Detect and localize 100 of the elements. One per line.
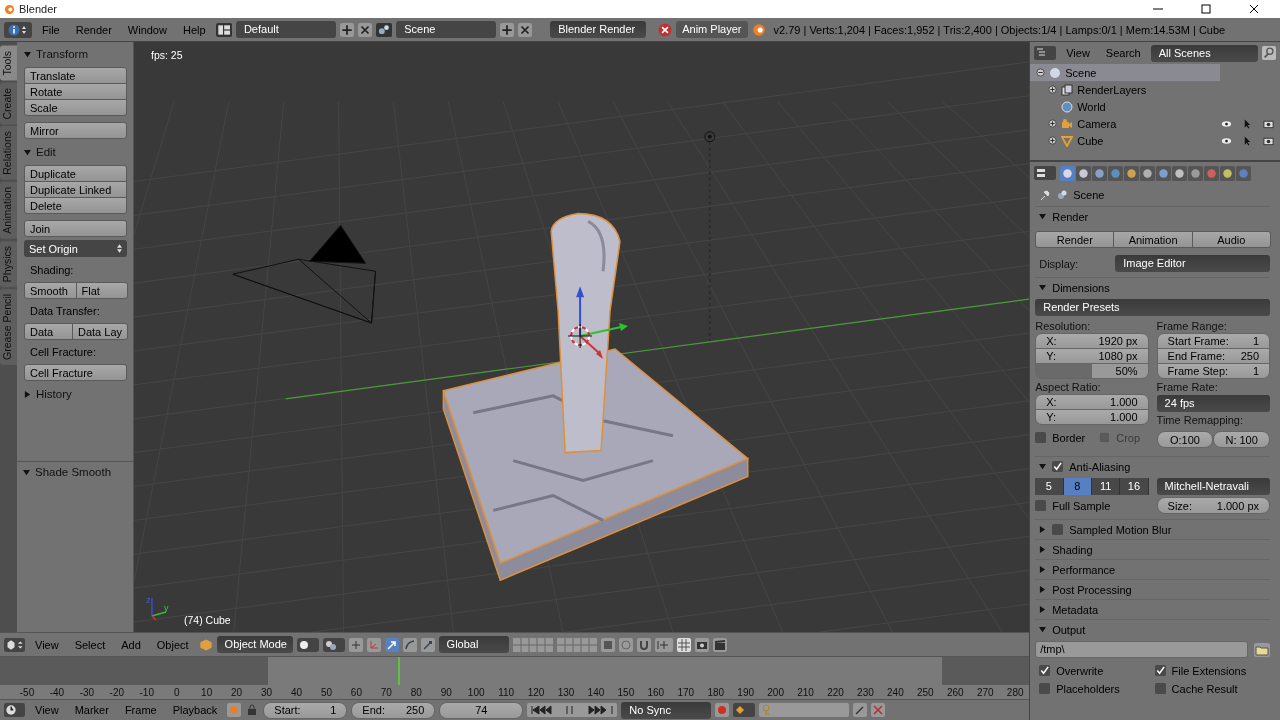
checkbox[interactable] xyxy=(1154,665,1166,676)
clock-icon[interactable] xyxy=(4,703,25,717)
disclosure-triangle-icon[interactable] xyxy=(24,50,31,58)
panel-title[interactable]: Dimensions xyxy=(1052,281,1110,294)
tool-tab[interactable]: Tools xyxy=(0,46,17,81)
key-icon[interactable] xyxy=(853,703,868,717)
maximize-icon[interactable] xyxy=(1201,4,1211,14)
panel-title[interactable]: Render xyxy=(1052,210,1089,223)
panel-title[interactable]: Anti-Aliasing xyxy=(1069,460,1131,473)
info-icon[interactable] xyxy=(4,21,32,38)
number-field[interactable]: Y: 1.000 xyxy=(1035,409,1149,425)
number-field[interactable]: X: 1920 px xyxy=(1035,333,1149,349)
number-field[interactable]: Size: 1.000 px xyxy=(1156,497,1270,514)
panel-title[interactable]: Post Processing xyxy=(1052,583,1132,596)
disclosure-triangle-icon[interactable] xyxy=(24,390,31,398)
render-button[interactable]: Audio xyxy=(1191,231,1271,248)
orientation-dropdown[interactable]: Global xyxy=(438,636,509,653)
menu-item[interactable]: Window xyxy=(121,23,173,36)
pivot-icon[interactable] xyxy=(322,637,345,652)
disclosure-triangle-icon[interactable] xyxy=(1039,463,1047,470)
pointer-icon[interactable] xyxy=(1242,118,1253,129)
tool-button[interactable]: Join xyxy=(24,220,127,237)
keyframe-icon[interactable] xyxy=(733,703,756,717)
scene-field[interactable]: Scene xyxy=(396,21,497,38)
outliner-item[interactable]: Scene xyxy=(1065,66,1097,79)
checkbox-label[interactable]: Border xyxy=(1052,431,1086,444)
menu-item[interactable]: View xyxy=(1060,47,1096,59)
sample-count-option[interactable]: 11 xyxy=(1091,478,1121,495)
menu-item[interactable]: Add xyxy=(115,638,147,651)
checkbox-label[interactable]: Overwrite xyxy=(1056,664,1104,677)
display-dropdown[interactable]: Image Editor xyxy=(1115,255,1270,272)
outliner-item[interactable]: World xyxy=(1077,100,1106,113)
pointer-icon[interactable] xyxy=(1242,135,1253,146)
search-icon[interactable] xyxy=(1262,46,1276,60)
folder-icon[interactable] xyxy=(1254,642,1270,657)
disclosure-triangle-icon[interactable] xyxy=(1039,284,1047,291)
number-field[interactable]: X: 1.000 xyxy=(1035,394,1149,410)
panel-title[interactable]: Shade Smooth xyxy=(35,466,112,478)
eye-icon[interactable] xyxy=(1221,118,1232,129)
panel-title[interactable]: Shading xyxy=(1052,543,1093,556)
panel-title[interactable]: Edit xyxy=(36,146,56,158)
checkbox[interactable] xyxy=(1039,683,1051,694)
outliner-item[interactable]: Camera xyxy=(1077,117,1117,130)
sample-count-option[interactable]: 16 xyxy=(1120,478,1149,495)
disclosure-triangle-icon[interactable] xyxy=(1039,526,1047,533)
close-icon[interactable] xyxy=(518,22,533,37)
render-layer-icon[interactable] xyxy=(600,637,615,652)
current-frame-field[interactable]: 74 xyxy=(439,701,524,719)
end-frame-field[interactable]: End: 250 xyxy=(351,701,436,719)
layout-icon[interactable] xyxy=(215,22,232,37)
tool-button[interactable]: Mirror xyxy=(24,122,127,139)
scale-icon[interactable] xyxy=(420,637,435,652)
expand-toggle-icon[interactable] xyxy=(1048,119,1058,128)
anim-player-button[interactable]: Anim Player xyxy=(676,21,748,38)
magnet-icon[interactable] xyxy=(636,637,651,652)
add-icon[interactable] xyxy=(500,22,515,37)
menu-item[interactable]: View xyxy=(29,704,65,716)
frame-rate-dropdown[interactable]: 24 fps xyxy=(1156,395,1270,412)
arrow-icon[interactable] xyxy=(384,637,399,652)
filter-dropdown[interactable]: Mitchell-Netravali xyxy=(1156,478,1270,495)
outliner-item[interactable]: RenderLayers xyxy=(1077,83,1147,96)
render-engine-dropdown[interactable]: Blender Render xyxy=(550,21,647,38)
menu-item[interactable]: Select xyxy=(68,638,112,651)
panel-title[interactable]: Performance xyxy=(1052,563,1116,576)
outliner-item[interactable]: Cube xyxy=(1077,134,1104,147)
disclosure-triangle-icon[interactable] xyxy=(1039,566,1047,573)
menu-item[interactable]: Render xyxy=(69,23,118,36)
disclosure-triangle-icon[interactable] xyxy=(24,148,31,156)
render-presets-dropdown[interactable]: Render Presets xyxy=(1035,299,1270,316)
menu-item[interactable]: Help xyxy=(176,23,212,36)
layout-field[interactable]: Default xyxy=(235,21,336,38)
number-field[interactable]: Frame Step: 1 xyxy=(1156,363,1270,379)
checkbox-label[interactable]: Placeholders xyxy=(1056,682,1120,695)
menu-item[interactable]: File xyxy=(36,23,66,36)
render-button[interactable]: Render xyxy=(1035,231,1115,248)
transform-manipulator[interactable] xyxy=(576,286,628,359)
menu-item[interactable]: Playback xyxy=(166,704,224,716)
tool-button[interactable]: Cell Fracture xyxy=(24,364,127,381)
editor-type-icon[interactable] xyxy=(1034,46,1057,60)
checkbox[interactable] xyxy=(1035,432,1047,443)
sample-count-option[interactable]: 8 xyxy=(1063,478,1092,495)
expand-toggle-icon[interactable] xyxy=(1048,136,1058,145)
close-icon[interactable] xyxy=(1249,4,1259,14)
scissors-icon[interactable] xyxy=(871,703,886,717)
number-field[interactable]: End Frame: 250 xyxy=(1156,348,1270,364)
tool-button[interactable]: Delete xyxy=(24,197,127,214)
eye-icon[interactable] xyxy=(1221,135,1232,146)
grid-icon[interactable] xyxy=(676,637,691,652)
tool-button[interactable]: Scale xyxy=(24,99,127,116)
disclosure-triangle-icon[interactable] xyxy=(1039,626,1047,633)
rotate-icon[interactable] xyxy=(402,637,417,652)
menu-item[interactable]: Search xyxy=(1099,47,1147,59)
expand-toggle-icon[interactable] xyxy=(1048,85,1058,94)
panel-title[interactable]: Metadata xyxy=(1052,603,1099,616)
collapse-toggle-icon[interactable] xyxy=(1036,68,1046,77)
output-path-field[interactable]: /tmp\ xyxy=(1035,641,1248,658)
tool-button[interactable]: Smooth xyxy=(24,282,77,299)
clapperboard-icon[interactable] xyxy=(712,637,727,652)
close-icon[interactable] xyxy=(357,22,372,37)
display-mode-dropdown[interactable]: All Scenes xyxy=(1150,44,1258,62)
